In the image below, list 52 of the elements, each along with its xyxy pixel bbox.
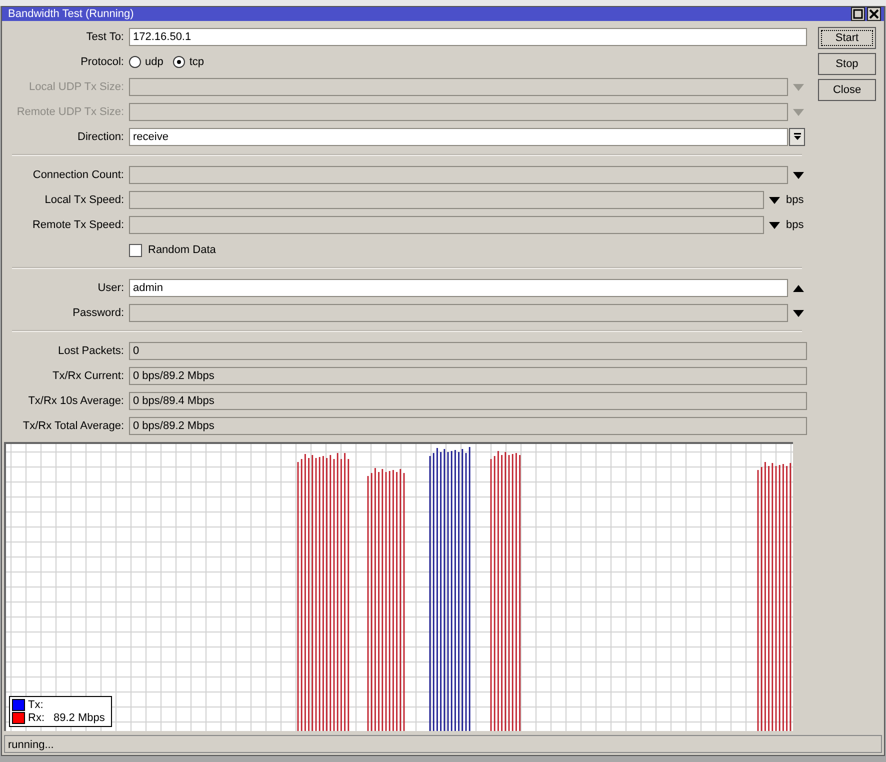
- empty-field[interactable]: [129, 191, 764, 209]
- field-label: Local Tx Speed:: [44, 194, 124, 206]
- legend-label: Tx:: [28, 699, 44, 711]
- dropdown-arrow-icon[interactable]: [769, 222, 780, 228]
- field-label: Protocol:: [80, 56, 124, 68]
- radio-button[interactable]: [129, 56, 141, 68]
- readout-field: 0 bps/89.4 Mbps: [129, 392, 807, 410]
- field-label: Password:: [72, 307, 124, 319]
- field-label: Remote UDP Tx Size:: [16, 106, 124, 118]
- readout-field: 0 bps/89.2 Mbps: [129, 367, 807, 385]
- radio-button[interactable]: [173, 56, 186, 68]
- input-field[interactable]: 172.16.50.1: [129, 28, 807, 46]
- field-label: User:: [96, 282, 124, 294]
- unit-label: bps: [786, 194, 804, 206]
- empty-field[interactable]: [129, 103, 788, 121]
- empty-field[interactable]: [129, 166, 788, 184]
- field-label: Connection Count:: [32, 169, 124, 181]
- checkbox[interactable]: [129, 244, 142, 256]
- field-label: Test To:: [85, 31, 124, 43]
- action-button[interactable]: Stop: [818, 53, 876, 75]
- legend-value: 89.2 Mbps: [54, 712, 105, 724]
- radio-label: udp: [145, 56, 164, 68]
- readout-field: 0 bps/89.2 Mbps: [129, 417, 807, 435]
- down-arrow-icon: [792, 132, 802, 142]
- field-label: Tx/Rx Current:: [51, 370, 124, 382]
- field-label: Tx/Rx 10s Average:: [27, 395, 124, 407]
- collapse-arrow-icon[interactable]: [793, 284, 804, 292]
- dropdown-arrow-icon[interactable]: [793, 172, 804, 178]
- checkbox-label: Random Data: [148, 244, 216, 256]
- legend-label: Rx:: [28, 712, 44, 724]
- field-label: Remote Tx Speed:: [31, 219, 124, 231]
- dropdown-arrow-icon[interactable]: [769, 196, 780, 204]
- empty-field[interactable]: [129, 304, 788, 322]
- close-button[interactable]: [867, 7, 881, 21]
- field-label: Tx/Rx Total Average:: [22, 420, 124, 432]
- field-label: Direction:: [76, 131, 124, 143]
- dropdown-arrow-icon[interactable]: [793, 310, 804, 316]
- field-label: Local UDP Tx Size:: [28, 81, 124, 93]
- field-label: Lost Packets:: [56, 345, 124, 357]
- empty-field[interactable]: [129, 216, 764, 234]
- dropdown-button[interactable]: [789, 128, 805, 146]
- readout-field: 0: [129, 342, 807, 360]
- maximize-button[interactable]: [851, 7, 865, 21]
- input-field[interactable]: admin: [129, 279, 788, 297]
- action-button[interactable]: Start: [818, 27, 876, 49]
- unit-label: bps: [786, 219, 804, 231]
- window-title: Bandwidth Test (Running): [8, 8, 134, 20]
- radio-label: tcp: [189, 56, 204, 68]
- input-field[interactable]: receive: [129, 128, 788, 146]
- action-button[interactable]: Close: [818, 79, 876, 101]
- empty-field[interactable]: [129, 78, 788, 96]
- status-bar: running...: [4, 735, 882, 753]
